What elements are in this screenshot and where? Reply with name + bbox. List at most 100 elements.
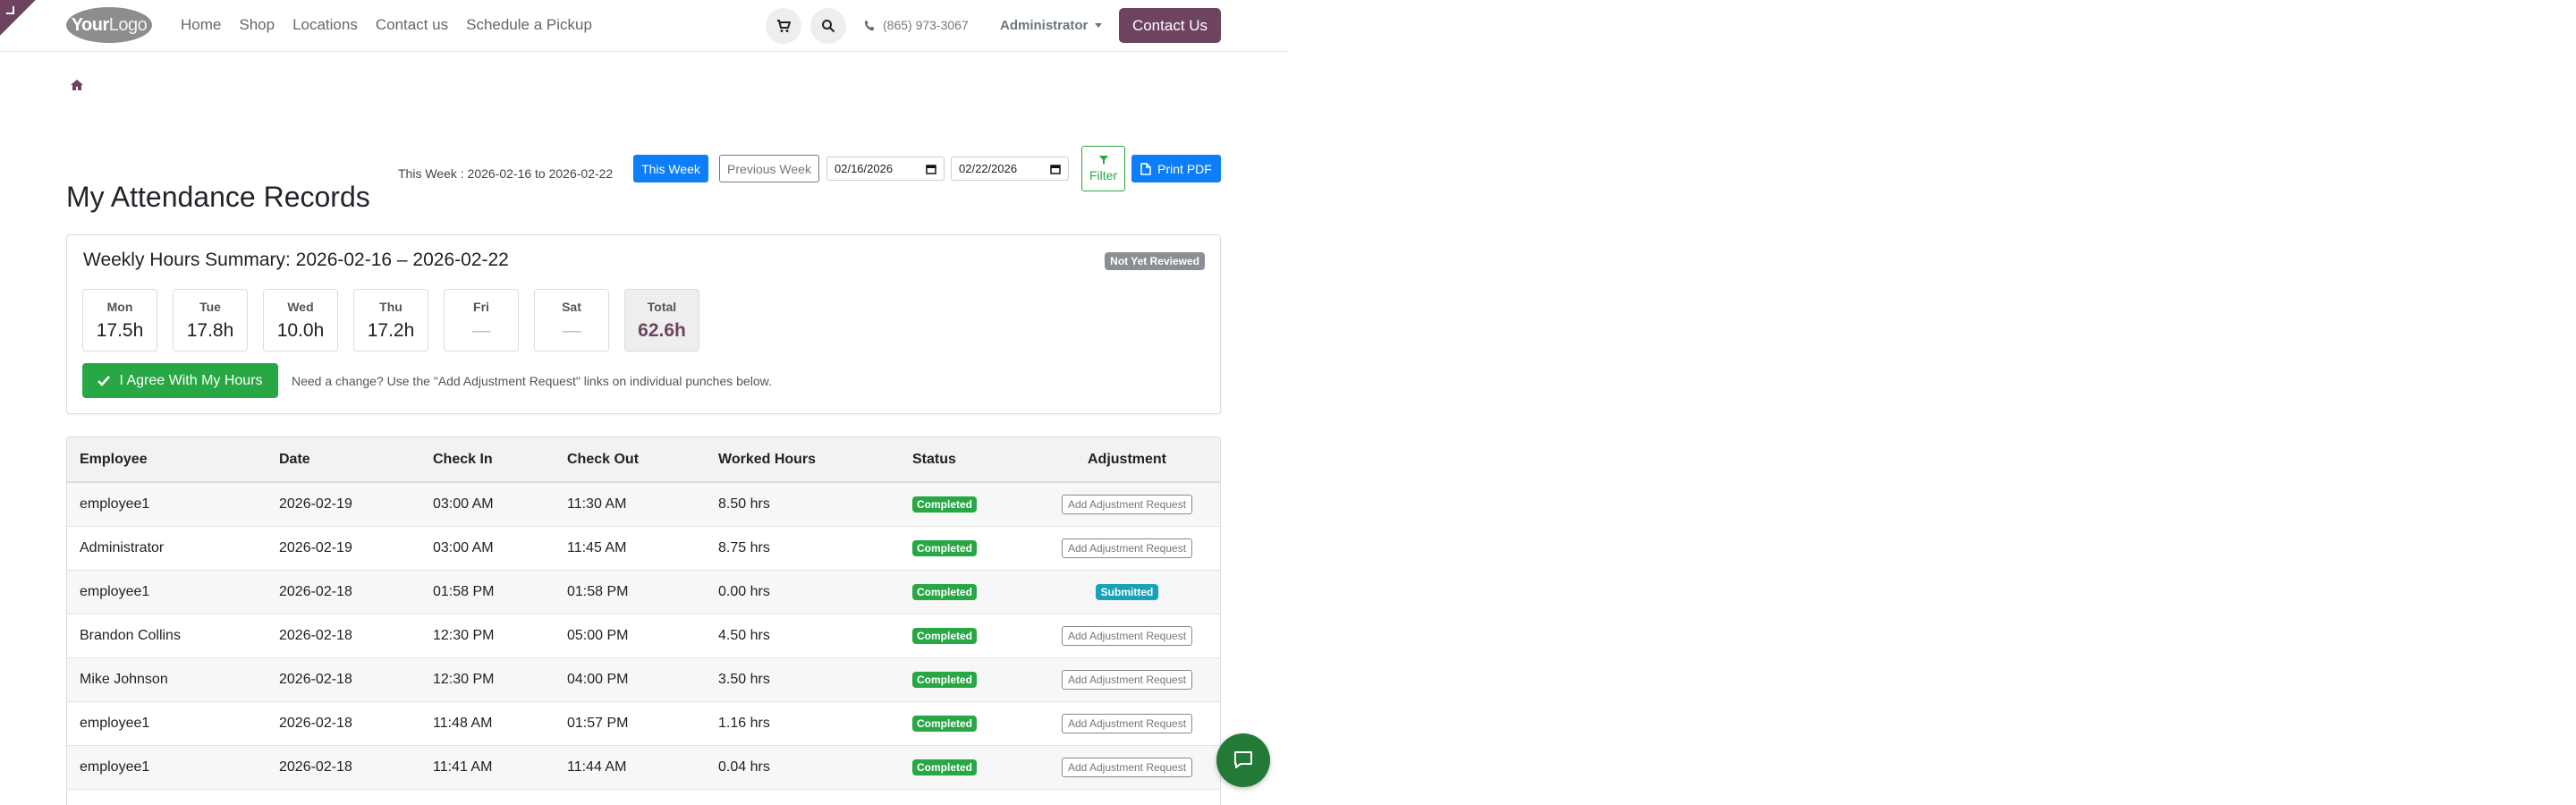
status-badge: Completed — [912, 627, 978, 644]
check-in-cell: 11:41 AM — [420, 745, 555, 790]
date-cell: 2026-02-18 — [267, 701, 420, 746]
table-row: Administrator 2026-02-19 03:00 AM 11:45 … — [67, 526, 1220, 571]
day-name: Fri — [473, 300, 489, 314]
check-in-cell: 03:00 AM — [420, 526, 555, 571]
check-out-cell: 11:30 AM — [555, 482, 706, 527]
previous-week-button[interactable]: Previous Week — [719, 155, 819, 182]
site-logo[interactable]: Your Logo — [66, 7, 152, 43]
logo-text-light: Logo — [108, 14, 148, 35]
cart-icon — [777, 20, 791, 32]
adjustment-cell: Add Adjustment Request — [1034, 614, 1220, 658]
attendance-table: Employee Date Check In Check Out Worked … — [66, 436, 1221, 805]
date-to-input[interactable]: 02/22/2026 — [951, 157, 1069, 181]
adjustment-cell: Add Adjustment Request — [1034, 482, 1220, 527]
phone-contact[interactable]: (865) 973-3067 — [864, 18, 969, 32]
page-title: My Attendance Records — [66, 181, 370, 214]
add-adjustment-button[interactable]: Add Adjustment Request — [1061, 625, 1193, 646]
table-row: employee1 2026-02-18 01:58 PM 01:58 PM 0… — [67, 570, 1220, 614]
user-menu[interactable]: Administrator — [1000, 18, 1103, 33]
employee-cell: employee1 — [67, 482, 267, 527]
search-button[interactable] — [810, 8, 846, 44]
worked-hours-cell: 0.04 hrs — [706, 745, 900, 790]
status-cell: Completed — [900, 657, 1034, 702]
nav-schedule-pickup[interactable]: Schedule a Pickup — [466, 16, 592, 34]
status-badge: Completed — [912, 539, 978, 556]
column-header: Worked Hours — [706, 437, 900, 483]
phone-number: (865) 973-3067 — [883, 18, 969, 32]
day-name: Total — [647, 300, 677, 314]
add-adjustment-button[interactable]: Add Adjustment Request — [1061, 494, 1193, 514]
column-header: Date — [267, 437, 420, 483]
status-badge: Completed — [912, 583, 978, 600]
date-cell: 2026-02-19 — [267, 482, 420, 527]
adjustment-cell: Add Adjustment Request — [1034, 657, 1220, 702]
this-week-button[interactable]: This Week — [633, 155, 708, 182]
user-name: Administrator — [1000, 18, 1089, 33]
site-header: Your Logo Home Shop Locations Contact us … — [0, 0, 1288, 52]
date-cell: 2026-02-18 — [267, 614, 420, 658]
check-out-cell: 05:00 PM — [555, 614, 706, 658]
column-header: Adjustment — [1034, 437, 1220, 483]
date-cell: 2026-02-19 — [267, 526, 420, 571]
worked-hours-cell: 8.75 hrs — [706, 526, 900, 571]
column-header: Status — [900, 437, 1034, 483]
agree-hours-label: I Agree With My Hours — [119, 372, 263, 388]
add-adjustment-button[interactable]: Add Adjustment Request — [1061, 669, 1193, 690]
check-in-cell: 03:00 AM — [420, 482, 555, 527]
day-name: Thu — [379, 300, 402, 314]
employee-cell: employee1 — [67, 570, 267, 614]
agree-hours-button[interactable]: I Agree With My Hours — [82, 363, 278, 398]
day-hours: 17.2h — [367, 320, 415, 341]
table-row: employee1 2026-02-18 11:48 AM 01:57 PM 1… — [67, 701, 1220, 746]
check-out-cell: 04:00 PM — [555, 657, 706, 702]
check-in-cell: 11:48 AM — [420, 701, 555, 746]
check-out-cell: 11:44 AM — [555, 745, 706, 790]
adjustment-note: Need a change? Use the "Add Adjustment R… — [292, 374, 772, 388]
date-from-input[interactable]: 02/16/2026 — [826, 157, 945, 181]
table-row: employee1 2026-02-19 03:00 AM 11:30 AM 8… — [67, 482, 1220, 527]
check-in-cell: 01:58 PM — [420, 570, 555, 614]
filter-button[interactable]: Filter — [1081, 146, 1125, 191]
nav-contact-us[interactable]: Contact us — [376, 16, 448, 34]
file-pdf-icon — [1140, 162, 1151, 175]
status-cell: Completed — [900, 482, 1034, 527]
home-icon[interactable] — [70, 79, 84, 91]
print-pdf-button[interactable]: Print PDF — [1131, 155, 1221, 182]
main-nav: Home Shop Locations Contact us Schedule … — [181, 16, 592, 34]
corner-flag[interactable] — [0, 0, 36, 36]
check-out-cell: 11:45 AM — [555, 526, 706, 571]
date-from-value: 02/16/2026 — [835, 162, 894, 175]
chat-icon — [1234, 751, 1252, 768]
check-in-cell: 12:30 PM — [420, 614, 555, 658]
live-chat-button[interactable] — [1216, 733, 1270, 787]
adjustment-cell: Add Adjustment Request — [1034, 745, 1220, 790]
check-in-cell: 12:30 PM — [420, 657, 555, 702]
date-cell: 2026-02-18 — [267, 570, 420, 614]
date-cell: 2026-02-18 — [267, 745, 420, 790]
table-row: Brandon Collins 2026-02-18 12:30 PM 05:0… — [67, 614, 1220, 658]
logo-text-bold: Your — [71, 14, 110, 35]
nav-shop[interactable]: Shop — [239, 16, 275, 34]
summary-title: Weekly Hours Summary: 2026-02-16 – 2026-… — [83, 250, 509, 270]
contact-us-button[interactable]: Contact Us — [1119, 8, 1221, 43]
add-adjustment-button[interactable]: Add Adjustment Request — [1061, 538, 1193, 558]
add-adjustment-button[interactable]: Add Adjustment Request — [1061, 713, 1193, 733]
cart-button[interactable] — [766, 8, 801, 44]
adjustment-cell: Add Adjustment Request — [1034, 526, 1220, 571]
table-row: Mike Johnson 2026-02-18 12:30 PM 04:00 P… — [67, 657, 1220, 702]
adjustment-cell: Add Adjustment Request — [1034, 701, 1220, 746]
employee-cell: Mike Johnson — [67, 657, 267, 702]
day-card-total: Total 62.6h — [624, 289, 699, 352]
chevron-down-icon — [1095, 23, 1103, 28]
nav-locations[interactable]: Locations — [292, 16, 358, 34]
nav-home[interactable]: Home — [181, 16, 221, 34]
search-icon — [822, 20, 835, 33]
filter-label: Filter — [1089, 168, 1118, 182]
column-header: Employee — [67, 437, 267, 483]
day-card-mon: Mon 17.5h — [82, 289, 157, 352]
day-name: Wed — [287, 300, 314, 314]
employee-cell: Brandon Collins — [67, 614, 267, 658]
employee-cell: employee1 — [67, 701, 267, 746]
adjustment-cell: Submitted — [1034, 570, 1220, 614]
add-adjustment-button[interactable]: Add Adjustment Request — [1061, 757, 1193, 777]
